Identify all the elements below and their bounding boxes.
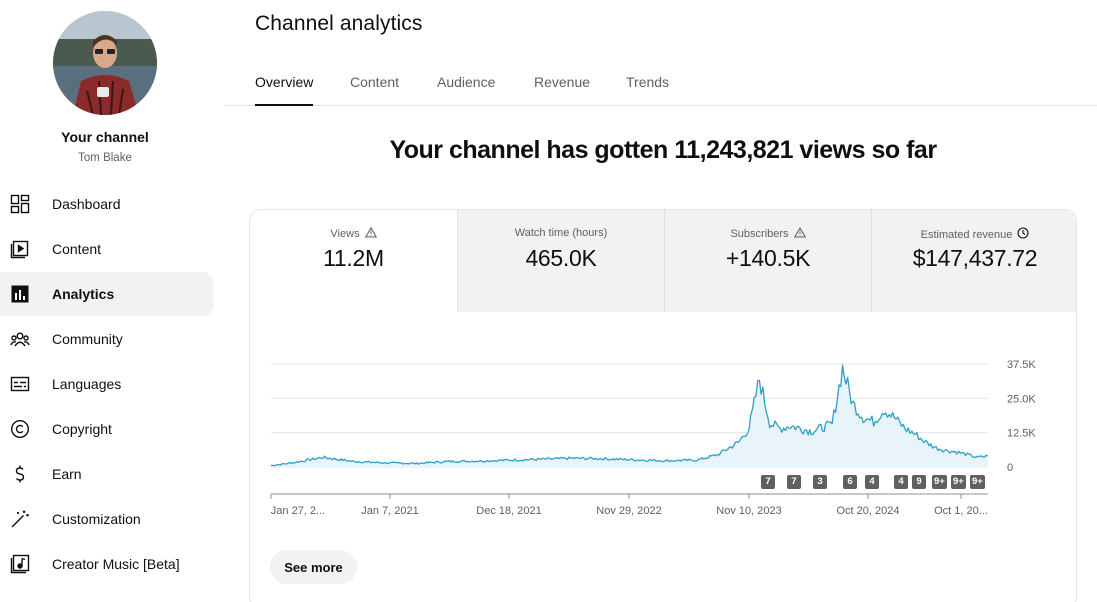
sidebar-item-label: Analytics [52, 286, 115, 302]
channel-avatar[interactable] [53, 11, 157, 115]
magic-wand-icon [9, 508, 31, 530]
channel-title: Your channel [61, 129, 149, 145]
tab-bar: Overview Content Audience Revenue Trends [225, 60, 1097, 106]
sidebar-item-label: Earn [52, 466, 82, 482]
analytics-icon [9, 283, 31, 305]
metric-value: 11.2M [323, 245, 384, 271]
content-icon [9, 238, 31, 260]
sidebar-item-label: Languages [52, 376, 122, 392]
analytics-card: Views 11.2M Watch time (hours) 465.0K Su… [249, 209, 1077, 602]
metric-label: Views [330, 228, 360, 240]
sidebar-item-customization[interactable]: Customization [0, 497, 213, 541]
sidebar-item-label: Content [52, 241, 102, 257]
channel-name: Tom Blake [78, 152, 132, 164]
annotation-badge[interactable]: 9+ [951, 475, 966, 489]
sidebar-item-languages[interactable]: Languages [0, 362, 213, 406]
sidebar-item-label: Dashboard [52, 196, 121, 212]
see-more-button[interactable]: See more [270, 550, 357, 584]
metric-views[interactable]: Views 11.2M [250, 210, 457, 312]
dollar-icon [9, 463, 31, 485]
annotation-badge[interactable]: 4 [894, 475, 908, 489]
annotation-badge[interactable]: 4 [865, 475, 879, 489]
metric-value: 465.0K [525, 245, 597, 271]
music-icon [9, 553, 31, 575]
sidebar-item-label: Customization [52, 511, 141, 527]
metric-label-row: Estimated revenue [872, 227, 1076, 242]
subtitles-icon [9, 373, 31, 395]
copyright-icon [9, 418, 31, 440]
annotation-badge[interactable]: 9+ [970, 475, 985, 489]
metric-estimated-revenue[interactable]: Estimated revenue $147,437.72 [871, 210, 1076, 312]
sidebar-item-community[interactable]: Community [0, 317, 213, 361]
annotation-badge[interactable]: 9+ [932, 475, 947, 489]
metric-label: Watch time (hours) [514, 227, 608, 239]
sidebar-item-label: Community [52, 331, 123, 347]
metric-value: $147,437.72 [912, 245, 1038, 271]
metric-label-row: Subscribers [665, 226, 871, 241]
tab-revenue[interactable]: Revenue [534, 74, 590, 104]
tab-trends[interactable]: Trends [626, 74, 669, 104]
metric-tabs: Views 11.2M Watch time (hours) 465.0K Su… [250, 210, 1076, 312]
sidebar-item-label: Copyright [52, 421, 112, 437]
sidebar-item-dashboard[interactable]: Dashboard [0, 182, 213, 226]
sidebar-item-content[interactable]: Content [0, 227, 213, 271]
annotation-badge[interactable]: 6 [843, 475, 857, 489]
sidebar-item-label: Creator Music [Beta] [52, 556, 180, 572]
tab-content[interactable]: Content [350, 74, 399, 104]
warning-icon [793, 226, 806, 241]
metric-watch-time[interactable]: Watch time (hours) 465.0K [457, 210, 664, 312]
tab-audience[interactable]: Audience [437, 74, 495, 104]
sidebar-item-copyright[interactable]: Copyright [0, 407, 213, 451]
annotation-badge[interactable]: 7 [761, 475, 775, 489]
metric-label-row: Views [250, 226, 457, 241]
metric-value: +140.5K [725, 245, 811, 271]
metric-label: Subscribers [730, 228, 789, 240]
annotation-badge[interactable]: 7 [787, 475, 801, 489]
metric-label-row: Watch time (hours) [458, 227, 664, 239]
warning-icon [364, 226, 377, 241]
tab-overview[interactable]: Overview [255, 74, 314, 106]
sidebar-item-analytics[interactable]: Analytics [0, 272, 213, 316]
clock-icon [1017, 227, 1029, 242]
metric-subscribers[interactable]: Subscribers +140.5K [664, 210, 871, 312]
sidebar: Your channel Tom Blake Dashboard Content… [0, 0, 225, 602]
sidebar-item-creator-music[interactable]: Creator Music [Beta] [0, 542, 213, 586]
sidebar-item-earn[interactable]: Earn [0, 452, 213, 496]
views-headline: Your channel has gotten 11,243,821 views… [389, 136, 937, 164]
page-title: Channel analytics [255, 12, 423, 35]
annotation-badge[interactable]: 3 [813, 475, 827, 489]
dashboard-icon [9, 193, 31, 215]
community-icon [9, 328, 31, 350]
annotation-badge[interactable]: 9 [912, 475, 926, 489]
metric-label: Estimated revenue [920, 228, 1013, 241]
